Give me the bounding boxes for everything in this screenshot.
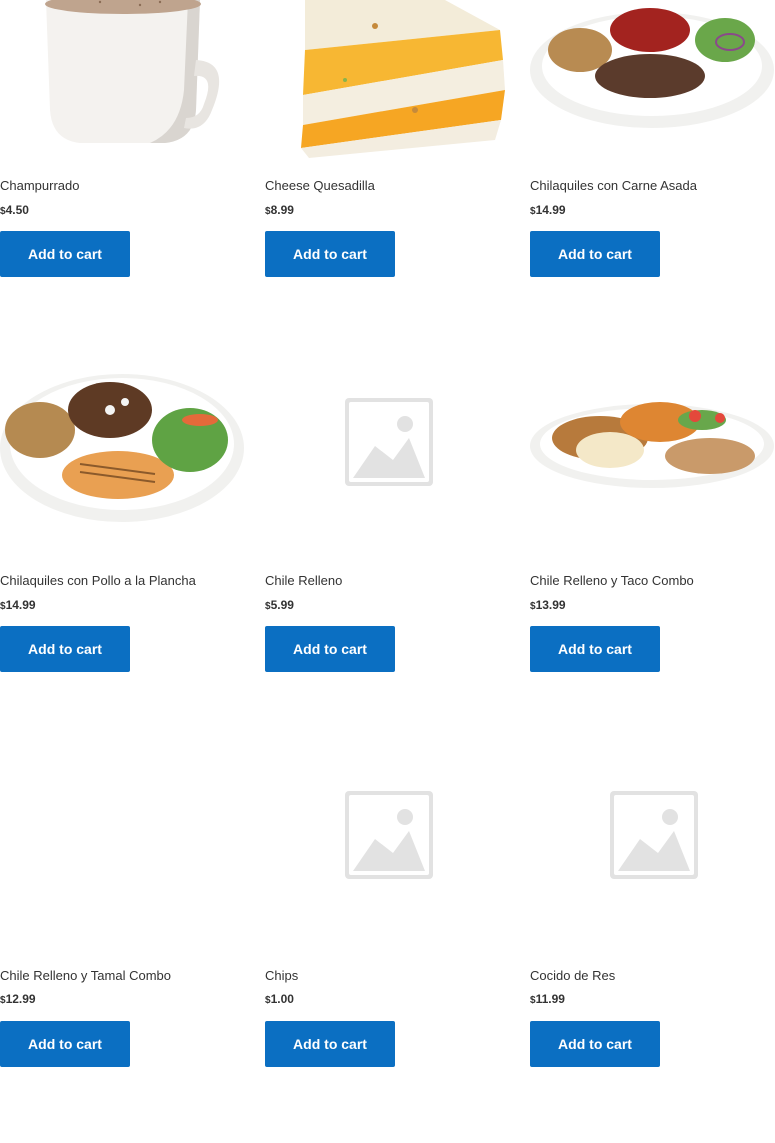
product-price: $8.99 [265,203,294,217]
product-card-chilaquiles-pollo: Chilaquiles con Pollo a la Plancha $14.9… [0,360,245,680]
product-price: $5.99 [265,598,294,612]
placeholder-image[interactable] [265,360,510,530]
product-price: $12.99 [0,992,36,1006]
add-to-cart-button[interactable]: Add to cart [0,231,130,277]
product-name[interactable]: Chips [265,968,298,984]
product-card-cheese-quesadilla: Cheese Quesadilla $8.99 Add to cart [265,0,510,290]
add-to-cart-button[interactable]: Add to cart [265,626,395,672]
add-to-cart-button[interactable]: Add to cart [530,231,660,277]
product-card-chile-relleno-taco-combo: Chile Relleno y Taco Combo $13.99 Add to… [530,360,775,680]
product-name[interactable]: Chilaquiles con Pollo a la Plancha [0,573,196,589]
blank-image-area [0,755,245,925]
chilaquiles-carne-asada-image[interactable] [530,0,775,160]
add-to-cart-button[interactable]: Add to cart [0,1021,130,1067]
chile-relleno-taco-combo-image[interactable] [530,360,775,530]
product-name[interactable]: Cheese Quesadilla [265,178,375,194]
cheese-quesadilla-image[interactable] [265,0,510,160]
product-price: $4.50 [0,203,29,217]
product-card-cocido-de-res: Cocido de Res $11.99 Add to cart [530,755,775,1075]
product-price: $14.99 [0,598,36,612]
add-to-cart-button[interactable]: Add to cart [0,626,130,672]
placeholder-image[interactable] [265,755,510,925]
add-to-cart-button[interactable]: Add to cart [265,231,395,277]
product-name[interactable]: Chile Relleno [265,573,342,589]
product-card-champurrado: Champurrado $4.50 Add to cart [0,0,245,290]
product-name[interactable]: Chilaquiles con Carne Asada [530,178,697,194]
product-card-chilaquiles-carne-asada: Chilaquiles con Carne Asada $14.99 Add t… [530,0,775,290]
add-to-cart-button[interactable]: Add to cart [530,1021,660,1067]
product-price: $14.99 [530,203,566,217]
product-price: $13.99 [530,598,566,612]
product-name[interactable]: Cocido de Res [530,968,615,984]
product-name[interactable]: Chile Relleno y Tamal Combo [0,968,171,984]
chilaquiles-pollo-image[interactable] [0,360,245,530]
product-name[interactable]: Champurrado [0,178,80,194]
product-card-chile-relleno: Chile Relleno $5.99 Add to cart [265,360,510,680]
product-card-chile-relleno-tamal-combo: Chile Relleno y Tamal Combo $12.99 Add t… [0,755,245,1075]
champurrado-mug-image[interactable] [0,0,245,160]
product-card-chips: Chips $1.00 Add to cart [265,755,510,1075]
placeholder-image[interactable] [530,755,775,925]
add-to-cart-button[interactable]: Add to cart [265,1021,395,1067]
add-to-cart-button[interactable]: Add to cart [530,626,660,672]
product-price: $1.00 [265,992,294,1006]
product-price: $11.99 [530,992,565,1006]
product-name[interactable]: Chile Relleno y Taco Combo [530,573,694,589]
